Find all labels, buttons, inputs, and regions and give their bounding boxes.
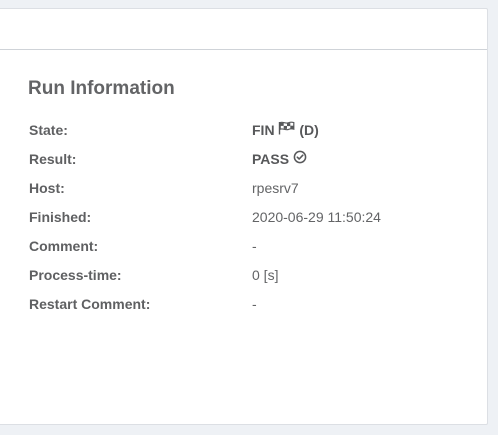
restart-comment-label: Restart Comment: (29, 296, 151, 312)
flag-checkered-icon (278, 120, 295, 140)
card-header (0, 9, 487, 50)
result-value: PASS (252, 149, 307, 170)
process-time-value: 0 [s] (252, 267, 279, 283)
row-finished: Finished: 2020-06-29 11:50:24 (29, 207, 469, 227)
host-value: rpesrv7 (252, 180, 299, 196)
row-restart-comment: Restart Comment: - (29, 294, 469, 314)
comment-value: - (252, 238, 257, 254)
state-text: FIN (252, 122, 275, 138)
comment-label: Comment: (29, 238, 99, 254)
state-suffix: (D) (299, 122, 319, 138)
row-result: Result: PASS (29, 149, 469, 169)
result-label: Result: (29, 151, 77, 167)
row-process-time: Process-time: 0 [s] (29, 265, 469, 285)
state-label: State: (29, 122, 68, 138)
row-host: Host: rpesrv7 (29, 178, 469, 198)
finished-value: 2020-06-29 11:50:24 (252, 209, 381, 225)
finished-label: Finished: (29, 209, 92, 225)
row-state: State: FIN (D) (29, 120, 469, 140)
restart-comment-value: - (252, 296, 257, 312)
state-value: FIN (D) (252, 120, 319, 141)
result-text: PASS (252, 151, 290, 167)
check-circle-icon (293, 149, 307, 169)
row-comment: Comment: - (29, 236, 469, 256)
process-time-label: Process-time: (29, 267, 122, 283)
run-information-card: Run Information State: FIN (D) Result: P… (0, 8, 488, 425)
section-title: Run Information (28, 78, 175, 99)
host-label: Host: (29, 180, 65, 196)
